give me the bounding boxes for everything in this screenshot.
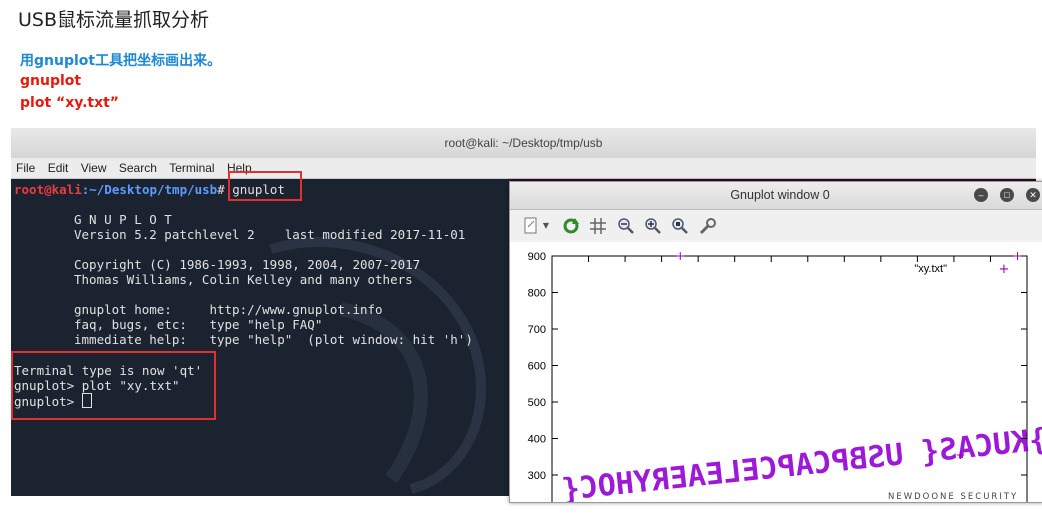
menu-search[interactable]: Search <box>114 158 161 176</box>
gnuplot-window-title: Gnuplot window 0 <box>730 188 830 202</box>
gnuplot-toolbar: ▼ <box>510 210 1042 240</box>
zoom-out-icon[interactable] <box>616 216 636 236</box>
menu-edit[interactable]: Edit <box>43 158 73 176</box>
y-tick-label: 800 <box>528 288 546 300</box>
prompt-symbol: # <box>217 182 225 197</box>
highlight-plot-session <box>11 351 216 420</box>
slide-title: USB鼠标流量抓取分析 <box>18 9 210 31</box>
y-tick-label: 400 <box>528 434 546 446</box>
banner-line: faq, bugs, etc: type "help FAQ" <box>74 317 323 332</box>
zoom-fit-icon[interactable] <box>670 216 690 236</box>
menu-terminal[interactable]: Terminal <box>164 158 218 176</box>
zoom-in-icon[interactable] <box>643 216 663 236</box>
terminal-menubar: File Edit View Search Terminal Help <box>11 158 1036 179</box>
menu-view[interactable]: View <box>76 158 111 176</box>
legend-marker: + <box>999 262 1010 277</box>
gnuplot-plot-area[interactable]: "xy.txt" + + + + }KUCAS{ USBPCAPCELEAERYHO… <box>510 242 1042 502</box>
banner-line: Version 5.2 patchlevel 2 last modified 2… <box>74 227 466 242</box>
export-icon[interactable] <box>522 216 542 236</box>
highlight-gnuplot-command <box>228 171 302 201</box>
y-tick-label: 900 <box>528 251 546 263</box>
banner-line: G N U P L O T <box>74 212 172 227</box>
terminal-body[interactable]: root@kali:~/Desktop/tmp/usb# gnuplot G N… <box>11 179 511 496</box>
gnuplot-titlebar: Gnuplot window 0 – □ ✕ <box>510 182 1042 210</box>
gnuplot-window: Gnuplot window 0 – □ ✕ ▼ "xy.txt" + + + … <box>509 181 1042 503</box>
banner-line: Copyright (C) 1986-1993, 1998, 2004, 200… <box>74 257 421 272</box>
banner-line: Thomas Williams, Colin Kelley and many o… <box>74 272 413 287</box>
brand-watermark: NEWDOONE SECURITY <box>888 492 1019 502</box>
y-tick-label: 300 <box>528 470 546 482</box>
slide-note-instruction: 用gnuplot工具把坐标画出来。 <box>20 53 222 69</box>
legend-label: "xy.txt" <box>914 263 947 275</box>
maximize-icon[interactable]: □ <box>1000 188 1014 202</box>
menu-file[interactable]: File <box>11 158 39 176</box>
slide-note-plot-command: plot “xy.txt” <box>20 95 120 111</box>
scatter-plot: "xy.txt" + + ++ }KUCAS{ USBPCAPCELEAERYHO… <box>528 249 1042 502</box>
settings-icon[interactable] <box>698 216 718 236</box>
y-tick-label: 600 <box>528 361 546 373</box>
y-tick-label: 500 <box>528 397 546 409</box>
data-point: + <box>675 249 685 263</box>
minimize-icon[interactable]: – <box>974 188 988 202</box>
slide-note-command: gnuplot <box>20 73 82 89</box>
replot-icon[interactable] <box>561 216 581 236</box>
terminal-titlebar: root@kali: ~/Desktop/tmp/usb <box>11 128 1036 159</box>
prompt-user: root@kali <box>14 182 82 197</box>
grid-icon[interactable] <box>588 216 608 236</box>
close-icon[interactable]: ✕ <box>1026 188 1040 202</box>
scatter-drawn-text: }KUCAS{ USBPCAPCELEAERYHOC{ <box>560 422 1042 502</box>
y-tick-label: 700 <box>528 324 546 336</box>
chevron-down-icon[interactable]: ▼ <box>541 216 551 236</box>
banner-line: immediate help: type "help" (plot window… <box>74 332 473 347</box>
prompt-path: :~/Desktop/tmp/usb <box>81 182 218 197</box>
banner-line: gnuplot home: http://www.gnuplot.info <box>74 302 383 317</box>
